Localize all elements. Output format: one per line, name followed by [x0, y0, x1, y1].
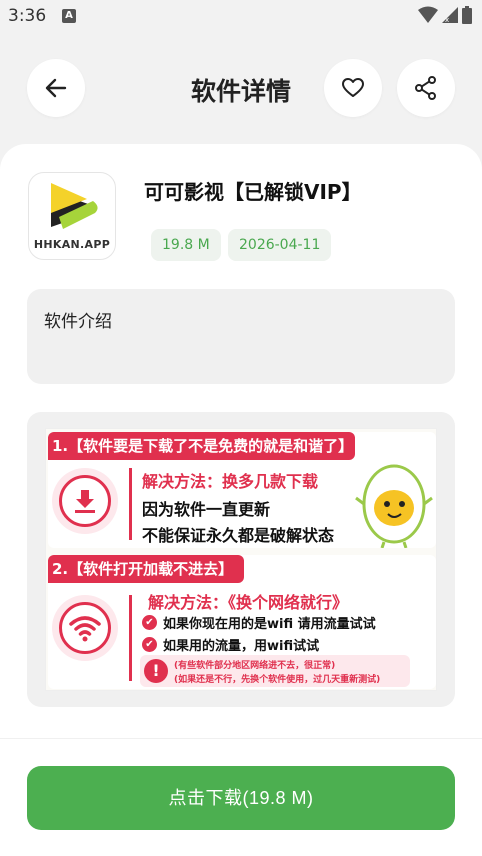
favorite-button[interactable] [324, 59, 382, 117]
battery-icon [462, 6, 472, 24]
status-icons: x [418, 6, 472, 24]
note-text-2: (如果还是不行，先换个软件使用，过几天重新测试) [174, 675, 381, 685]
check-item: ✔ 如果用的流量，用wifi试试 [142, 635, 319, 654]
status-time: 3:36 [8, 6, 47, 26]
download-icon [75, 490, 95, 513]
promo-banner-2: 2.【软件打开加载不进去】 [48, 555, 244, 583]
app-icon-label: HHKAN.APP [33, 238, 111, 251]
intro-section: 软件介绍 [27, 289, 455, 384]
app-logo-icon [51, 183, 98, 229]
download-circle [52, 468, 118, 534]
note-text-1: (有些软件部分地区网络进不去，很正常) [174, 661, 336, 671]
check-item: ✔ 如果你现在用的是wifi 请用流量试试 [142, 613, 376, 632]
promo-method-1: 解决方法：换多几款下载 [142, 472, 319, 491]
exclamation-icon: ! [144, 659, 168, 683]
egg-mascot-icon [355, 464, 433, 548]
app-name: 可可影视【已解锁VIP】 [144, 180, 362, 204]
checkmark-icon: ✔ [142, 615, 157, 630]
wifi-signal-icon [69, 616, 101, 642]
check-text-1: 如果你现在用的是wifi 请用流量试试 [163, 617, 376, 632]
promo-image: 1.【软件要是下载了不是免费的就是和谐了】 解决方法：换多几款下载 因为软件一直… [45, 428, 437, 691]
promo-tip-download: 1.【软件要是下载了不是免费的就是和谐了】 解决方法：换多几款下载 因为软件一直… [48, 432, 436, 548]
divider-line [129, 595, 132, 681]
size-badge: 19.8 M [151, 229, 221, 261]
signal-icon: x [442, 7, 458, 24]
app-icon: HHKAN.APP [28, 172, 116, 260]
intro-title: 软件介绍 [44, 312, 112, 332]
promo-text-2: 不能保证永久都是破解状态 [142, 526, 335, 545]
wifi-circle [52, 595, 118, 661]
download-button[interactable]: 点击下载(19.8 M) [27, 766, 455, 830]
promo-method-2: 解决方法：《换个网络就行》 [148, 593, 349, 612]
warning-note: ! (有些软件部分地区网络进不去，很正常) (如果还是不行，先换个软件使用，过几… [140, 655, 410, 687]
top-bar: 软件详情 [0, 58, 482, 120]
page-title: 软件详情 [190, 77, 291, 106]
share-button[interactable] [397, 59, 455, 117]
promo-section: 1.【软件要是下载了不是免费的就是和谐了】 解决方法：换多几款下载 因为软件一直… [27, 412, 455, 707]
back-button[interactable] [27, 59, 85, 117]
promo-tip-network: 2.【软件打开加载不进去】 解决方法：《换个网络就行》 ✔ 如果你现在用的是wi… [48, 555, 436, 689]
notification-icon: A [62, 9, 76, 23]
status-bar: 3:36 A x [0, 0, 482, 34]
bottom-bar: 点击下载(19.8 M) [0, 738, 482, 856]
arrow-left-icon [45, 78, 67, 98]
heart-icon [342, 78, 364, 97]
promo-text-1: 因为软件一直更新 [142, 500, 271, 519]
check-text-2: 如果用的流量，用wifi试试 [163, 639, 320, 654]
wifi-icon [418, 6, 438, 23]
divider-line [129, 468, 132, 540]
svg-text:x: x [445, 16, 449, 24]
checkmark-icon: ✔ [142, 637, 157, 652]
share-icon [415, 76, 436, 100]
promo-banner-1: 1.【软件要是下载了不是免费的就是和谐了】 [48, 432, 355, 460]
date-badge: 2026-04-11 [228, 229, 332, 261]
